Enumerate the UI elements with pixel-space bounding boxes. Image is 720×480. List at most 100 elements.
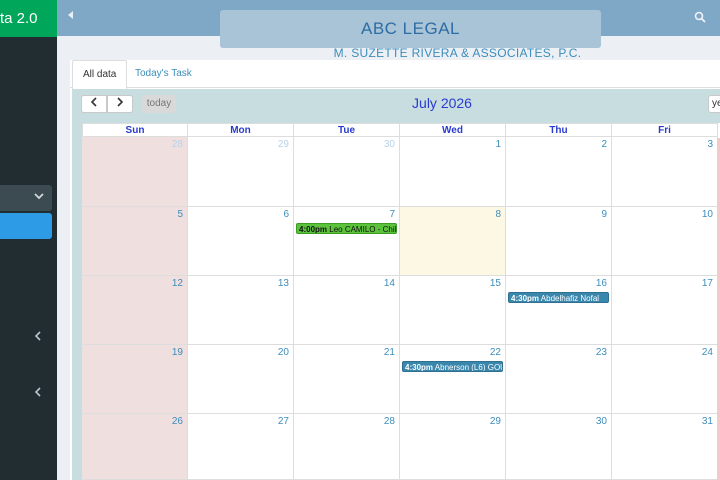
day-number: 2 xyxy=(601,139,607,150)
day-cell[interactable]: 26 xyxy=(82,414,188,480)
day-cell[interactable]: 22 4:30pm Abnerson (L6) GOUI xyxy=(400,345,506,414)
day-number: 24 xyxy=(701,347,713,358)
day-number: 9 xyxy=(601,209,607,220)
day-number: 29 xyxy=(489,416,501,427)
day-number: 27 xyxy=(277,416,289,427)
weekday-header: Sun xyxy=(82,123,188,137)
search-icon[interactable] xyxy=(694,10,708,24)
company-subtitle: M. SUZETTE RIVERA & ASSOCIATES, P.C. xyxy=(333,46,582,60)
day-number: 23 xyxy=(595,347,607,358)
day-number: 17 xyxy=(701,278,713,289)
day-number: 26 xyxy=(171,416,183,427)
sidebar-menu-item[interactable] xyxy=(0,185,52,211)
day-number: 28 xyxy=(171,139,183,150)
event-title: Abnerson (L6) GOUI xyxy=(434,363,503,372)
day-cell[interactable]: 30 xyxy=(506,414,612,480)
day-cell[interactable]: 1 xyxy=(400,137,506,207)
next-month-button[interactable] xyxy=(107,95,133,113)
chevron-right-icon xyxy=(117,97,124,107)
chevron-down-icon xyxy=(34,190,44,204)
day-cell[interactable]: 31 xyxy=(612,414,718,480)
month-title: July 2026 xyxy=(412,95,472,111)
day-number: 30 xyxy=(595,416,607,427)
calendar-event[interactable]: 4:00pm Leo CAMILO - Child xyxy=(296,223,397,234)
day-number: 20 xyxy=(277,347,289,358)
today-button[interactable]: today xyxy=(142,95,176,113)
day-number: 8 xyxy=(495,209,501,220)
day-number: 21 xyxy=(383,347,395,358)
day-cell[interactable]: 28 xyxy=(82,137,188,207)
event-title: Leo CAMILO - Child xyxy=(329,225,397,234)
sidebar: ta 2.0 xyxy=(0,0,57,480)
day-cell[interactable]: 15 xyxy=(400,276,506,345)
event-title: Abdelhafiz Nofal xyxy=(540,294,600,303)
year-view-button[interactable]: ye xyxy=(708,95,720,113)
day-cell[interactable]: 28 xyxy=(294,414,400,480)
weekday-header: Wed xyxy=(400,123,506,137)
day-number: 16 xyxy=(595,278,607,289)
sidebar-active-item[interactable] xyxy=(0,213,52,239)
company-banner: ABC LEGAL xyxy=(220,10,601,48)
day-cell[interactable]: 6 xyxy=(188,207,294,276)
day-cell[interactable]: 16 4:30pm Abdelhafiz Nofal xyxy=(506,276,612,345)
weekday-header: Tue xyxy=(294,123,400,137)
day-cell[interactable]: 5 xyxy=(82,207,188,276)
sidebar-toggle-icon[interactable] xyxy=(67,10,75,23)
chevron-left-icon[interactable] xyxy=(34,328,42,344)
day-cell[interactable]: 7 4:00pm Leo CAMILO - Child xyxy=(294,207,400,276)
tab-all-data[interactable]: All data xyxy=(72,60,128,89)
chevron-left-icon[interactable] xyxy=(34,384,42,400)
prev-month-button[interactable] xyxy=(81,95,107,113)
day-cell[interactable]: 23 xyxy=(506,345,612,414)
calendar-event[interactable]: 4:30pm Abdelhafiz Nofal xyxy=(508,292,609,303)
day-number: 19 xyxy=(171,347,183,358)
day-number: 14 xyxy=(383,278,395,289)
chevron-left-icon xyxy=(90,97,97,107)
tab-todays-task[interactable]: Today's Task xyxy=(125,60,202,88)
day-cell[interactable]: 27 xyxy=(188,414,294,480)
day-number: 30 xyxy=(383,139,395,150)
day-cell-today[interactable]: 8 xyxy=(400,207,506,276)
day-number: 15 xyxy=(489,278,501,289)
day-cell[interactable]: 17 xyxy=(612,276,718,345)
day-cell[interactable]: 21 xyxy=(294,345,400,414)
day-cell[interactable]: 13 xyxy=(188,276,294,345)
event-time: 4:30pm xyxy=(405,363,434,372)
day-cell[interactable]: 3 xyxy=(612,137,718,207)
day-cell[interactable]: 29 xyxy=(188,137,294,207)
day-number: 3 xyxy=(707,139,713,150)
day-number: 28 xyxy=(383,416,395,427)
day-cell[interactable]: 19 xyxy=(82,345,188,414)
day-number: 6 xyxy=(283,209,289,220)
day-cell[interactable]: 12 xyxy=(82,276,188,345)
brand-logo[interactable]: ta 2.0 xyxy=(0,0,57,37)
month-grid: Sun Mon Tue Wed Thu Fri 28 29 30 1 2 3 5… xyxy=(82,123,720,480)
day-cell[interactable]: 14 xyxy=(294,276,400,345)
day-cell[interactable]: 10 xyxy=(612,207,718,276)
day-number: 10 xyxy=(701,209,713,220)
weekday-header: Fri xyxy=(612,123,718,137)
day-cell[interactable]: 30 xyxy=(294,137,400,207)
tab-bar: All data Today's Task xyxy=(70,60,720,89)
calendar: today July 2026 ye Sun Mon Tue Wed Thu F… xyxy=(72,89,720,480)
calendar-toolbar: today July 2026 ye xyxy=(72,89,720,123)
day-cell[interactable]: 24 xyxy=(612,345,718,414)
day-cell[interactable]: 29 xyxy=(400,414,506,480)
day-cell[interactable]: 2 xyxy=(506,137,612,207)
day-number: 1 xyxy=(495,139,501,150)
day-cell[interactable]: 9 xyxy=(506,207,612,276)
weekday-header: Thu xyxy=(506,123,612,137)
calendar-event[interactable]: 4:30pm Abnerson (L6) GOUI xyxy=(402,361,503,372)
day-number: 5 xyxy=(177,209,183,220)
day-number: 22 xyxy=(489,347,501,358)
day-number: 31 xyxy=(701,416,713,427)
day-number: 13 xyxy=(277,278,289,289)
main-content: All data Today's Task today July 2026 ye… xyxy=(70,60,720,480)
weekday-header: Mon xyxy=(188,123,294,137)
brand-label: ta 2.0 xyxy=(0,10,38,27)
day-number: 7 xyxy=(389,209,395,220)
day-number: 29 xyxy=(277,139,289,150)
event-time: 4:30pm xyxy=(511,294,540,303)
day-number: 12 xyxy=(171,278,183,289)
day-cell[interactable]: 20 xyxy=(188,345,294,414)
